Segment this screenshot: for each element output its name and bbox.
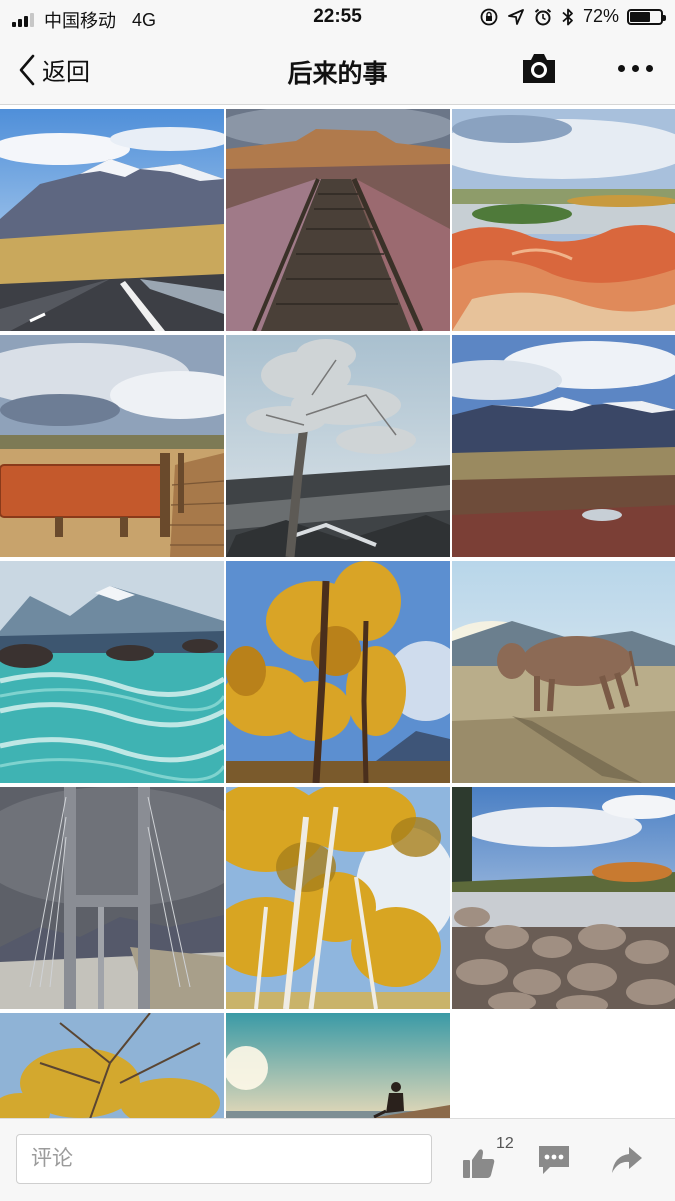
photo-stony-river[interactable]: [452, 787, 675, 1009]
photo-image: [226, 787, 450, 1009]
share-arrow-icon: [612, 1147, 642, 1173]
more-button[interactable]: [618, 60, 662, 76]
photo-yellow-birch-forest[interactable]: [226, 787, 450, 1009]
photo-wooden-sign-boardwalk[interactable]: [0, 335, 224, 557]
like-button[interactable]: 12: [462, 1135, 520, 1181]
bottom-toolbar: 12: [0, 1118, 675, 1201]
photo-suspension-bridge[interactable]: [0, 787, 224, 1009]
location-arrow-icon: [508, 8, 524, 25]
photo-snowy-range-plains[interactable]: [452, 335, 675, 557]
share-button[interactable]: [610, 1145, 644, 1175]
photo-image: [0, 561, 224, 783]
photo-mountain-highway[interactable]: [0, 109, 224, 331]
photo-grid: [0, 109, 675, 1119]
photo-image: [0, 787, 224, 1009]
camera-icon: [523, 54, 555, 83]
photo-image: [0, 1013, 224, 1119]
photo-boardwalk-badlands[interactable]: [226, 109, 450, 331]
orientation-lock-icon: [480, 8, 498, 25]
battery-percent: 72%: [582, 6, 619, 26]
battery-icon: [627, 8, 666, 25]
photo-image: [452, 109, 675, 331]
more-dot: [618, 64, 625, 72]
page-title: 后来的事: [287, 60, 388, 88]
alarm-icon: [534, 8, 552, 25]
chevron-left-icon: [19, 54, 35, 85]
photo-image: [226, 109, 450, 331]
comment-input[interactable]: [16, 1134, 432, 1184]
photo-image: [452, 787, 675, 1009]
bluetooth-icon: [562, 8, 573, 25]
photo-autumn-branches[interactable]: [0, 1013, 224, 1119]
more-dot: [646, 64, 653, 72]
thumbs-up-icon: [463, 1149, 495, 1178]
like-count: 12: [496, 1135, 514, 1152]
photo-image: [452, 561, 675, 783]
photo-golden-larches[interactable]: [226, 561, 450, 783]
status-bar: 中国移动 4G 22:55 72%: [0, 0, 675, 34]
photo-cow-grassland[interactable]: [452, 561, 675, 783]
photo-image: [0, 109, 224, 331]
photo-image: [0, 335, 224, 557]
photo-lakeside-person[interactable]: [226, 1013, 450, 1119]
status-right: 72%: [479, 6, 666, 27]
more-dot: [632, 64, 639, 72]
comment-list-button[interactable]: [536, 1143, 572, 1177]
photo-turquoise-river[interactable]: [0, 561, 224, 783]
photo-lone-frosted-tree[interactable]: [226, 335, 450, 557]
photo-image: [226, 561, 450, 783]
battery-level-fill: [630, 11, 650, 22]
photo-image: [226, 1013, 450, 1119]
back-label: 返回: [42, 59, 90, 86]
navigation-bar: 返回 后来的事: [0, 34, 675, 105]
camera-button[interactable]: [520, 50, 558, 86]
photo-red-hills-river[interactable]: [452, 109, 675, 331]
photo-image: [452, 335, 675, 557]
comment-bubble-icon: [539, 1146, 569, 1174]
photo-image: [226, 335, 450, 557]
back-button[interactable]: 返回: [18, 52, 90, 87]
